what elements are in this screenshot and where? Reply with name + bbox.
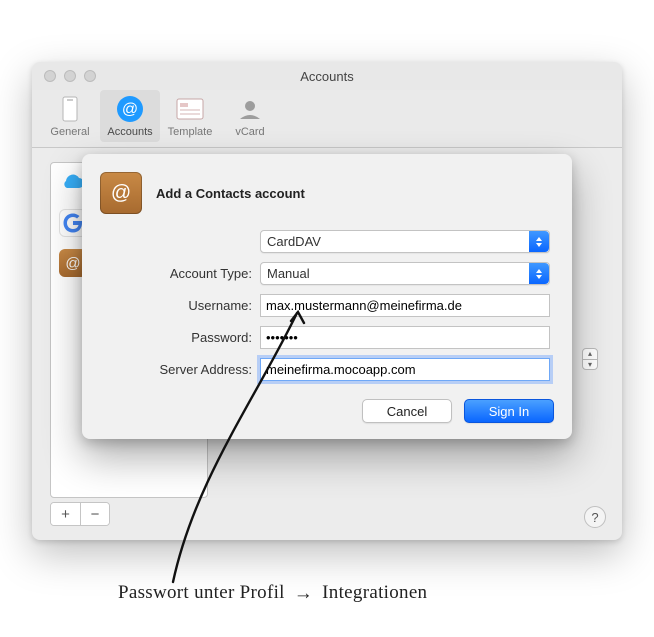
tab-general[interactable]: General bbox=[40, 90, 100, 142]
window-title: Accounts bbox=[300, 69, 353, 84]
server-address-field[interactable] bbox=[260, 358, 550, 381]
tab-vcard[interactable]: vCard bbox=[220, 90, 280, 142]
annotation-part-a: Passwort unter Profil bbox=[118, 582, 285, 603]
account-type-label: Account Type: bbox=[120, 266, 252, 281]
server-label: Server Address: bbox=[120, 362, 252, 377]
titlebar: Accounts bbox=[32, 62, 622, 90]
template-icon bbox=[175, 94, 205, 124]
svg-text:@: @ bbox=[122, 101, 138, 118]
dialog-header: Add a Contacts account bbox=[100, 172, 554, 214]
tab-label: vCard bbox=[220, 126, 280, 138]
list-edit-buttons: + − bbox=[50, 502, 110, 526]
chevron-updown-icon bbox=[529, 263, 549, 284]
username-label: Username: bbox=[120, 298, 252, 313]
annotation-text: Passwort unter Profil → Integrationen bbox=[118, 582, 427, 604]
account-type-select[interactable]: Manual bbox=[260, 262, 550, 285]
username-field[interactable] bbox=[260, 294, 550, 317]
annotation-part-b: Integrationen bbox=[322, 582, 427, 603]
contacts-app-icon bbox=[100, 172, 142, 214]
close-icon[interactable] bbox=[44, 70, 56, 82]
arrow-right-icon: → bbox=[294, 583, 313, 605]
add-account-button[interactable]: + bbox=[51, 503, 80, 525]
tab-label: General bbox=[40, 126, 100, 138]
help-button[interactable]: ? bbox=[584, 506, 606, 528]
account-type-value: Manual bbox=[267, 266, 310, 281]
stepper[interactable]: ▴▾ bbox=[582, 348, 598, 370]
general-icon bbox=[55, 94, 85, 124]
prefs-toolbar: General @ Accounts Template vCard bbox=[32, 90, 622, 148]
dialog-buttons: Cancel Sign In bbox=[100, 399, 554, 423]
accounts-icon: @ bbox=[115, 94, 145, 124]
tab-template[interactable]: Template bbox=[160, 90, 220, 142]
signin-button[interactable]: Sign In bbox=[464, 399, 554, 423]
vcard-icon bbox=[235, 94, 265, 124]
zoom-icon[interactable] bbox=[84, 70, 96, 82]
tab-label: Accounts bbox=[100, 126, 160, 138]
dialog-form: CardDAV Account Type: Manual Username: P… bbox=[120, 230, 550, 381]
window-controls bbox=[44, 70, 96, 82]
provider-value: CardDAV bbox=[267, 234, 321, 249]
password-field[interactable] bbox=[260, 326, 550, 349]
tab-accounts[interactable]: @ Accounts bbox=[100, 90, 160, 142]
password-label: Password: bbox=[120, 330, 252, 345]
minimize-icon[interactable] bbox=[64, 70, 76, 82]
add-account-dialog: Add a Contacts account CardDAV Account T… bbox=[82, 154, 572, 439]
tab-label: Template bbox=[160, 126, 220, 138]
dialog-title: Add a Contacts account bbox=[156, 186, 305, 201]
remove-account-button[interactable]: − bbox=[80, 503, 109, 525]
cancel-button[interactable]: Cancel bbox=[362, 399, 452, 423]
provider-select[interactable]: CardDAV bbox=[260, 230, 550, 253]
chevron-updown-icon bbox=[529, 231, 549, 252]
